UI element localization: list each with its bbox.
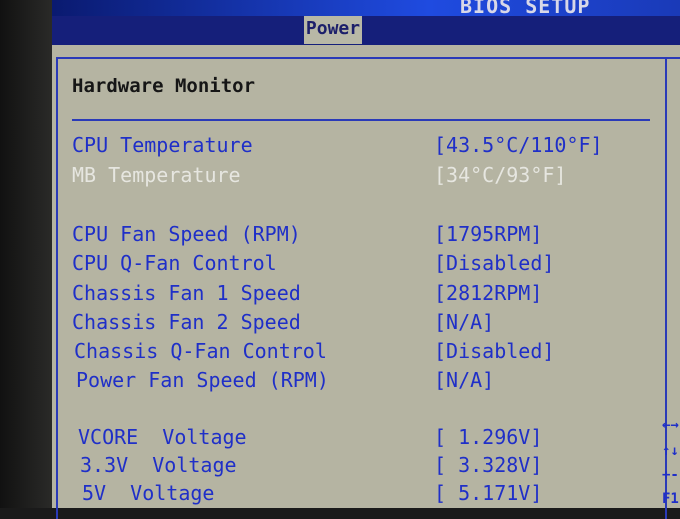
row-cpu-fan-speed[interactable]: CPU Fan Speed (RPM) [1795RPM] [72, 222, 592, 248]
row-value: [Disabled] [434, 339, 555, 363]
row-5v-voltage[interactable]: 5V Voltage [ 5.171V] [82, 481, 602, 507]
row-vcore-voltage[interactable]: VCORE Voltage [ 1.296V] [78, 425, 598, 451]
row-value: [ 1.296V] [434, 425, 543, 449]
section-title: Hardware Monitor [72, 75, 256, 97]
row-label: Chassis Fan 1 Speed [72, 281, 301, 305]
row-label: CPU Fan Speed (RPM) [72, 222, 301, 246]
row-label: CPU Q-Fan Control [72, 251, 277, 275]
row-label: 3.3V Voltage [80, 453, 237, 477]
main-panel: Hardware Monitor CPU Temperature [43.5°C/… [52, 45, 680, 519]
row-label: 5V Voltage [82, 481, 215, 505]
row-label: Chassis Q-Fan Control [74, 339, 327, 363]
row-label: Chassis Fan 2 Speed [72, 310, 301, 334]
row-value: [43.5°C/110°F] [434, 133, 603, 157]
row-chassis-fan2-speed[interactable]: Chassis Fan 2 Speed [N/A] [72, 310, 592, 336]
monitor-bezel [0, 0, 52, 508]
row-label: MB Temperature [72, 163, 241, 187]
tab-bar: Power [52, 16, 680, 45]
row-mb-temperature: MB Temperature [34°C/93°F] [72, 163, 592, 189]
up-down-arrows-key-hint: ↑↓ [662, 443, 679, 459]
row-power-fan-speed[interactable]: Power Fan Speed (RPM) [N/A] [76, 368, 596, 394]
row-label: VCORE Voltage [78, 425, 247, 449]
row-value: [ 5.171V] [434, 481, 543, 505]
left-right-arrows-key-hint: ←→ [662, 417, 679, 433]
row-value: [1795RPM] [434, 222, 543, 246]
divider [72, 119, 650, 121]
row-value: [N/A] [434, 368, 495, 392]
row-label: Power Fan Speed (RPM) [76, 368, 329, 392]
row-value: [34°C/93°F] [434, 163, 567, 187]
row-value: [Disabled] [434, 251, 555, 275]
row-3v3-voltage[interactable]: 3.3V Voltage [ 3.328V] [80, 453, 600, 479]
row-chassis-qfan-control[interactable]: Chassis Q-Fan Control [Disabled] [74, 339, 594, 365]
plus-minus-key-hint: +- [662, 467, 679, 483]
row-cpu-temperature[interactable]: CPU Temperature [43.5°C/110°F] [72, 133, 603, 159]
tab-power[interactable]: Power [304, 16, 362, 44]
row-cpu-qfan-control[interactable]: CPU Q-Fan Control [Disabled] [72, 251, 592, 277]
row-value: [ 3.328V] [434, 453, 543, 477]
title-bar: BIOS SETUP UTILITY [52, 0, 680, 42]
row-value: [2812RPM] [434, 281, 543, 305]
f1-key-hint: F1 [662, 491, 679, 507]
row-value: [N/A] [434, 310, 495, 334]
row-chassis-fan1-speed[interactable]: Chassis Fan 1 Speed [2812RPM] [72, 281, 592, 307]
row-label: CPU Temperature [72, 133, 253, 157]
